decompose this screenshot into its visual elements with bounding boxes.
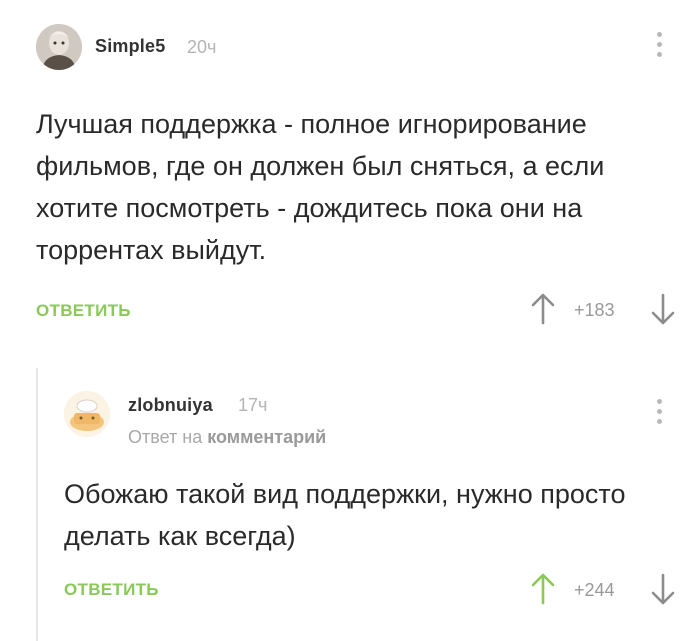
arrow-down-icon[interactable] — [650, 292, 676, 331]
more-vertical-icon[interactable] — [654, 32, 664, 57]
more-vertical-icon[interactable] — [654, 399, 664, 424]
arrow-down-icon[interactable] — [650, 572, 676, 611]
comment-reply: zlobnuiya 17ч Ответ на комментарий Обожа… — [0, 350, 700, 641]
avatar[interactable] — [64, 391, 110, 437]
arrow-up-icon[interactable] — [530, 572, 556, 611]
reply-to: Ответ на комментарий — [128, 427, 326, 448]
reply-button[interactable]: ОТВЕТИТЬ — [64, 580, 159, 600]
comment-text: Обожаю такой вид поддержки, нужно просто… — [64, 479, 626, 551]
reply-to-prefix: Ответ на — [128, 427, 203, 447]
comment-text: Лучшая поддержка - полное игнорирование … — [36, 109, 605, 265]
comment-time: 20ч — [187, 37, 217, 57]
username[interactable]: Simple5 — [95, 36, 165, 57]
reply-button[interactable]: ОТВЕТИТЬ — [36, 301, 131, 321]
vote-score: +244 — [574, 580, 615, 600]
comment: Simple5 20ч Лучшая поддержка - полное иг… — [0, 0, 700, 350]
vote-score: +183 — [574, 300, 615, 320]
avatar[interactable] — [36, 24, 82, 70]
username[interactable]: zlobnuiya — [128, 395, 213, 416]
comment-time: 17ч — [238, 395, 268, 415]
reply-to-link[interactable]: комментарий — [207, 427, 326, 447]
arrow-up-icon[interactable] — [530, 292, 556, 331]
